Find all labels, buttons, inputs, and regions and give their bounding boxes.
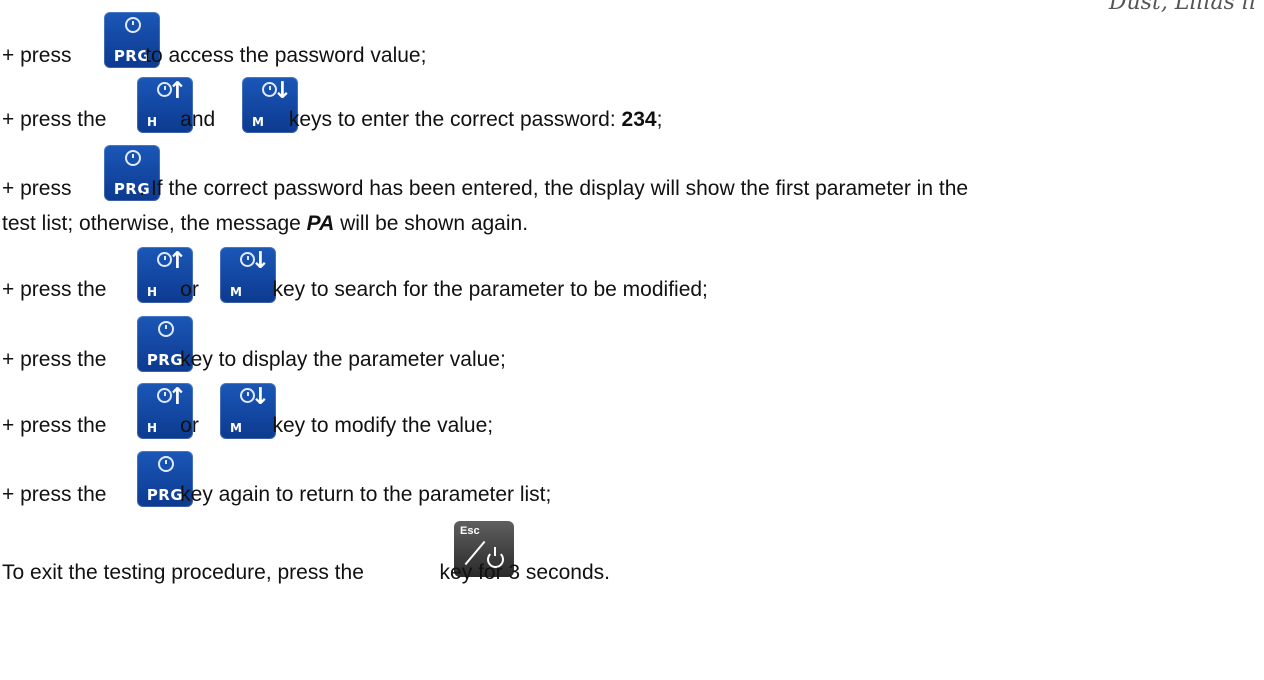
down-arrow-icon: ↓ [250, 248, 270, 274]
clock-icon [125, 150, 141, 166]
esc-key-label: Esc [460, 525, 480, 537]
up-arrow-icon: ↑ [167, 384, 187, 410]
down-arrow-icon: ↓ [250, 384, 270, 410]
step1-line: + press to access the password value; [2, 44, 426, 68]
step2-mid: and [174, 108, 222, 131]
step2-post-b: ; [656, 108, 663, 131]
down-arrow-icon: ↓ [272, 78, 292, 104]
up-arrow-icon: ↑ [167, 248, 187, 274]
exit-pre: To exit the testing procedure, press the [2, 561, 370, 584]
step3-line: + press . If the correct password has be… [2, 177, 968, 201]
exit-post: key for 3 seconds. [433, 561, 610, 584]
exit-line: To exit the testing procedure, press the… [2, 561, 610, 585]
step6-pre: + press the [2, 414, 113, 437]
step4-post: key to search for the parameter to be mo… [266, 278, 708, 301]
up-arrow-icon: ↑ [167, 78, 187, 104]
password-code: 234 [621, 108, 657, 131]
step3-line2a: test list; otherwise, the message [2, 212, 307, 235]
clock-icon [158, 456, 174, 472]
clock-icon [125, 17, 141, 33]
step3-line2b: will be shown again. [334, 212, 529, 235]
step6-mid: or [174, 414, 205, 437]
step6-post: key to modify the value; [266, 414, 494, 437]
step4-pre: + press the [2, 278, 113, 301]
pa-message: PA [306, 212, 335, 235]
clock-icon [158, 321, 174, 337]
step7-post: key again to return to the parameter lis… [174, 483, 552, 506]
step7-line: + press the key again to return to the p… [2, 483, 551, 507]
step3-post: . If the correct password has been enter… [139, 177, 969, 200]
step1-pre: + press [2, 44, 78, 67]
step4-line: + press the or key to search for the par… [2, 278, 708, 302]
step5-line: + press the key to display the parameter… [2, 348, 506, 372]
step6-line: + press the or key to modify the value; [2, 414, 493, 438]
step5-post: key to display the parameter value; [174, 348, 506, 371]
step5-pre: + press the [2, 348, 113, 371]
step2-pre: + press the [2, 108, 113, 131]
step3-line2: test list; otherwise, the message PA wil… [2, 212, 528, 236]
step2-line: + press the and keys to enter the correc… [2, 108, 662, 132]
step1-post: to access the password value; [139, 44, 427, 67]
step7-pre: + press the [2, 483, 113, 506]
step4-mid: or [174, 278, 205, 301]
step3-pre: + press [2, 177, 78, 200]
corner-fragment: Dust, Lillas li [1108, 0, 1256, 15]
step2-post-a: keys to enter the correct password: [283, 108, 622, 131]
